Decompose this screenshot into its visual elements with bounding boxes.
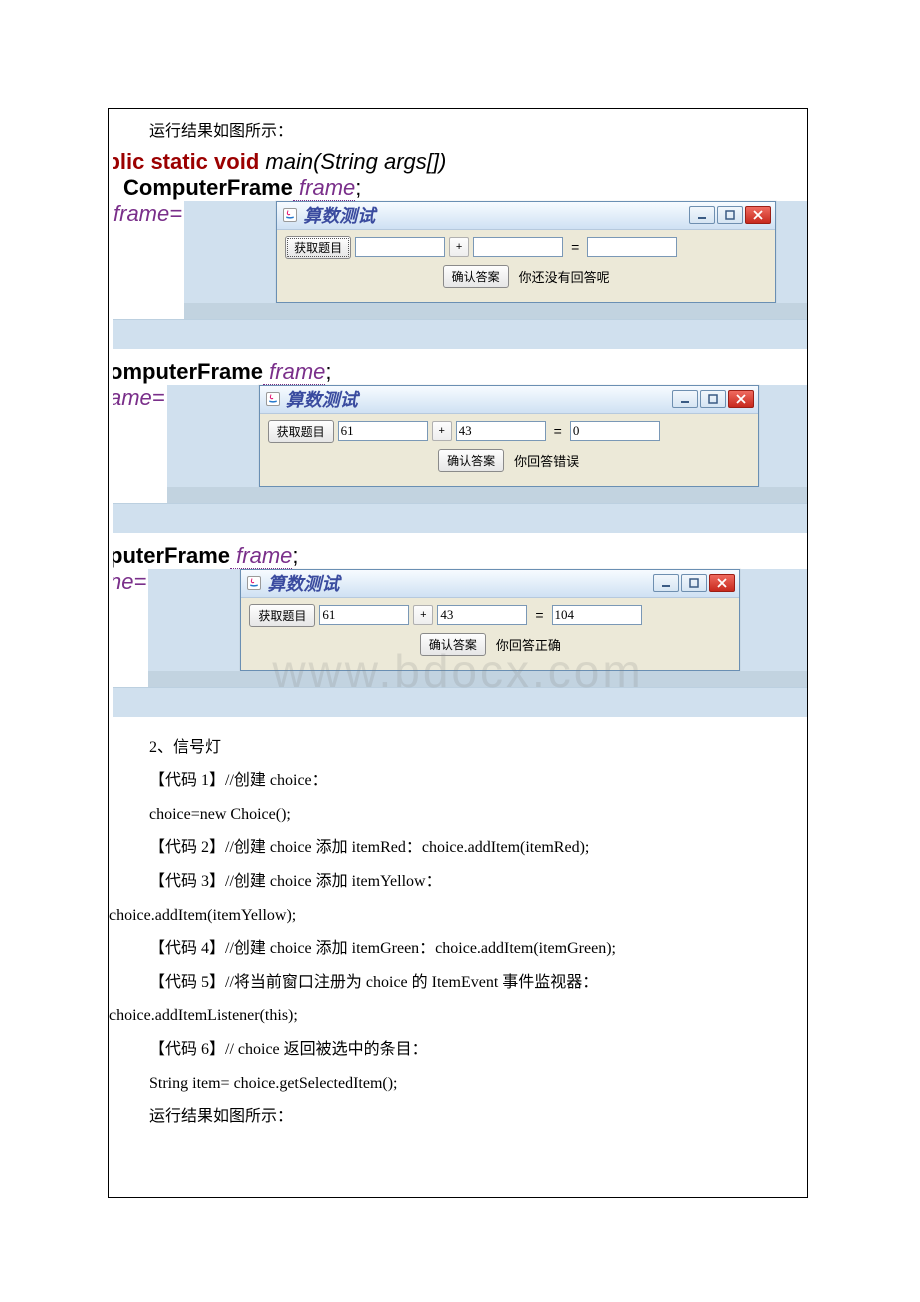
operand-a-field[interactable]: [355, 237, 445, 257]
answer-field[interactable]: [587, 237, 677, 257]
titlebar: 算数测试: [277, 202, 775, 230]
ide-pad: [113, 687, 807, 717]
doc-body: 运行结果如图所示：: [109, 109, 807, 149]
get-question-button[interactable]: 获取题目: [268, 420, 334, 443]
dialog-window-2: 算数测试 获取题目 + =: [259, 385, 759, 487]
close-button[interactable]: [745, 206, 771, 224]
equals-label: =: [567, 239, 583, 255]
code-para-3b: choice.addItem(itemYellow);: [109, 899, 807, 933]
window-title: 算数测试: [267, 570, 653, 596]
ide-snippet-2: omputerFrame frame; ame= 算数测试: [113, 359, 807, 533]
operand-a-field[interactable]: [319, 605, 409, 625]
code-text: main(String args[]): [259, 149, 446, 174]
confirm-button[interactable]: 确认答案: [438, 449, 504, 472]
minimize-button[interactable]: [689, 206, 715, 224]
document-page: 运行结果如图所示： ublic static void main(String …: [108, 108, 808, 1198]
intro-text: 运行结果如图所示：: [109, 115, 807, 149]
operand-a-field[interactable]: [338, 421, 428, 441]
maximize-button[interactable]: [700, 390, 726, 408]
dialog-body: 获取题目 + = 确认答案 你还没有回答呢: [277, 230, 775, 302]
code-sep: ;: [355, 175, 361, 200]
code-var: frame=: [113, 201, 182, 226]
code-var: frame: [263, 359, 325, 385]
operand-b-field[interactable]: [473, 237, 563, 257]
result-message: 你还没有回答呢: [513, 267, 610, 286]
ide-pad: [113, 319, 807, 349]
code-type: puterFrame: [113, 543, 230, 568]
get-question-button[interactable]: 获取题目: [285, 236, 351, 259]
code-var: frame: [293, 175, 355, 201]
java-icon: [247, 576, 261, 590]
code-keyword: ublic static void: [113, 149, 259, 174]
code-para-4: 【代码 4】//创建 choice 添加 itemGreen：choice.ad…: [109, 932, 807, 966]
equals-label: =: [550, 423, 566, 439]
minimize-button[interactable]: [653, 574, 679, 592]
ide-strip: [184, 303, 807, 319]
minimize-button[interactable]: [672, 390, 698, 408]
maximize-button[interactable]: [717, 206, 743, 224]
ide-strip: [148, 671, 807, 687]
code-var: ne=: [113, 569, 146, 594]
result-message: 你回答正确: [490, 635, 561, 654]
code-sep: ;: [325, 359, 331, 384]
code-para-5a: 【代码 5】//将当前窗口注册为 choice 的 ItemEvent 事件监视…: [109, 966, 807, 1000]
plus-icon: +: [432, 421, 452, 441]
result-message: 你回答错误: [508, 451, 579, 470]
code-para-5b: choice.addItemListener(this);: [109, 999, 807, 1033]
code-para-6: 【代码 6】// choice 返回被选中的条目：: [109, 1033, 807, 1067]
close-button[interactable]: [728, 390, 754, 408]
code-para-7: 运行结果如图所示：: [109, 1100, 807, 1134]
dialog-window-1: 算数测试 获取题目 + =: [276, 201, 776, 303]
ide-snippet-3: puterFrame frame; ne= 算数测试: [113, 543, 807, 717]
code-para-6b: String item= choice.getSelectedItem();: [109, 1067, 807, 1101]
code-para-3a: 【代码 3】//创建 choice 添加 itemYellow：: [109, 865, 807, 899]
code-para-1b: choice=new Choice();: [109, 798, 807, 832]
window-title: 算数测试: [286, 386, 672, 412]
dialog-body: 获取题目 + = 确认答案 你回答正确: [241, 598, 739, 670]
ide-pad: [113, 503, 807, 533]
code-para-1: 【代码 1】//创建 choice：: [109, 764, 807, 798]
titlebar: 算数测试: [241, 570, 739, 598]
ide-snippet-1: ublic static void main(String args[]) Co…: [113, 149, 807, 349]
code-var: ame=: [113, 385, 165, 410]
dialog-body: 获取题目 + = 确认答案 你回答错误: [260, 414, 758, 486]
code-sep: ;: [292, 543, 298, 568]
get-question-button[interactable]: 获取题目: [249, 604, 315, 627]
plus-icon: +: [449, 237, 469, 257]
window-title: 算数测试: [303, 202, 689, 228]
java-icon: [266, 392, 280, 406]
section-heading: 2、信号灯: [109, 731, 807, 765]
code-type: omputerFrame: [113, 359, 263, 384]
confirm-button[interactable]: 确认答案: [443, 265, 509, 288]
operand-b-field[interactable]: [456, 421, 546, 441]
answer-field[interactable]: [552, 605, 642, 625]
ide-strip: [167, 487, 807, 503]
maximize-button[interactable]: [681, 574, 707, 592]
answer-field[interactable]: [570, 421, 660, 441]
java-icon: [283, 208, 297, 222]
titlebar: 算数测试: [260, 386, 758, 414]
plus-icon: +: [413, 605, 433, 625]
confirm-button[interactable]: 确认答案: [420, 633, 486, 656]
equals-label: =: [531, 607, 547, 623]
code-var: frame: [230, 543, 292, 569]
operand-b-field[interactable]: [437, 605, 527, 625]
close-button[interactable]: [709, 574, 735, 592]
code-type: ComputerFrame: [123, 175, 293, 200]
code-para-2: 【代码 2】//创建 choice 添加 itemRed：choice.addI…: [109, 831, 807, 865]
dialog-window-3: 算数测试 获取题目 + =: [240, 569, 740, 671]
